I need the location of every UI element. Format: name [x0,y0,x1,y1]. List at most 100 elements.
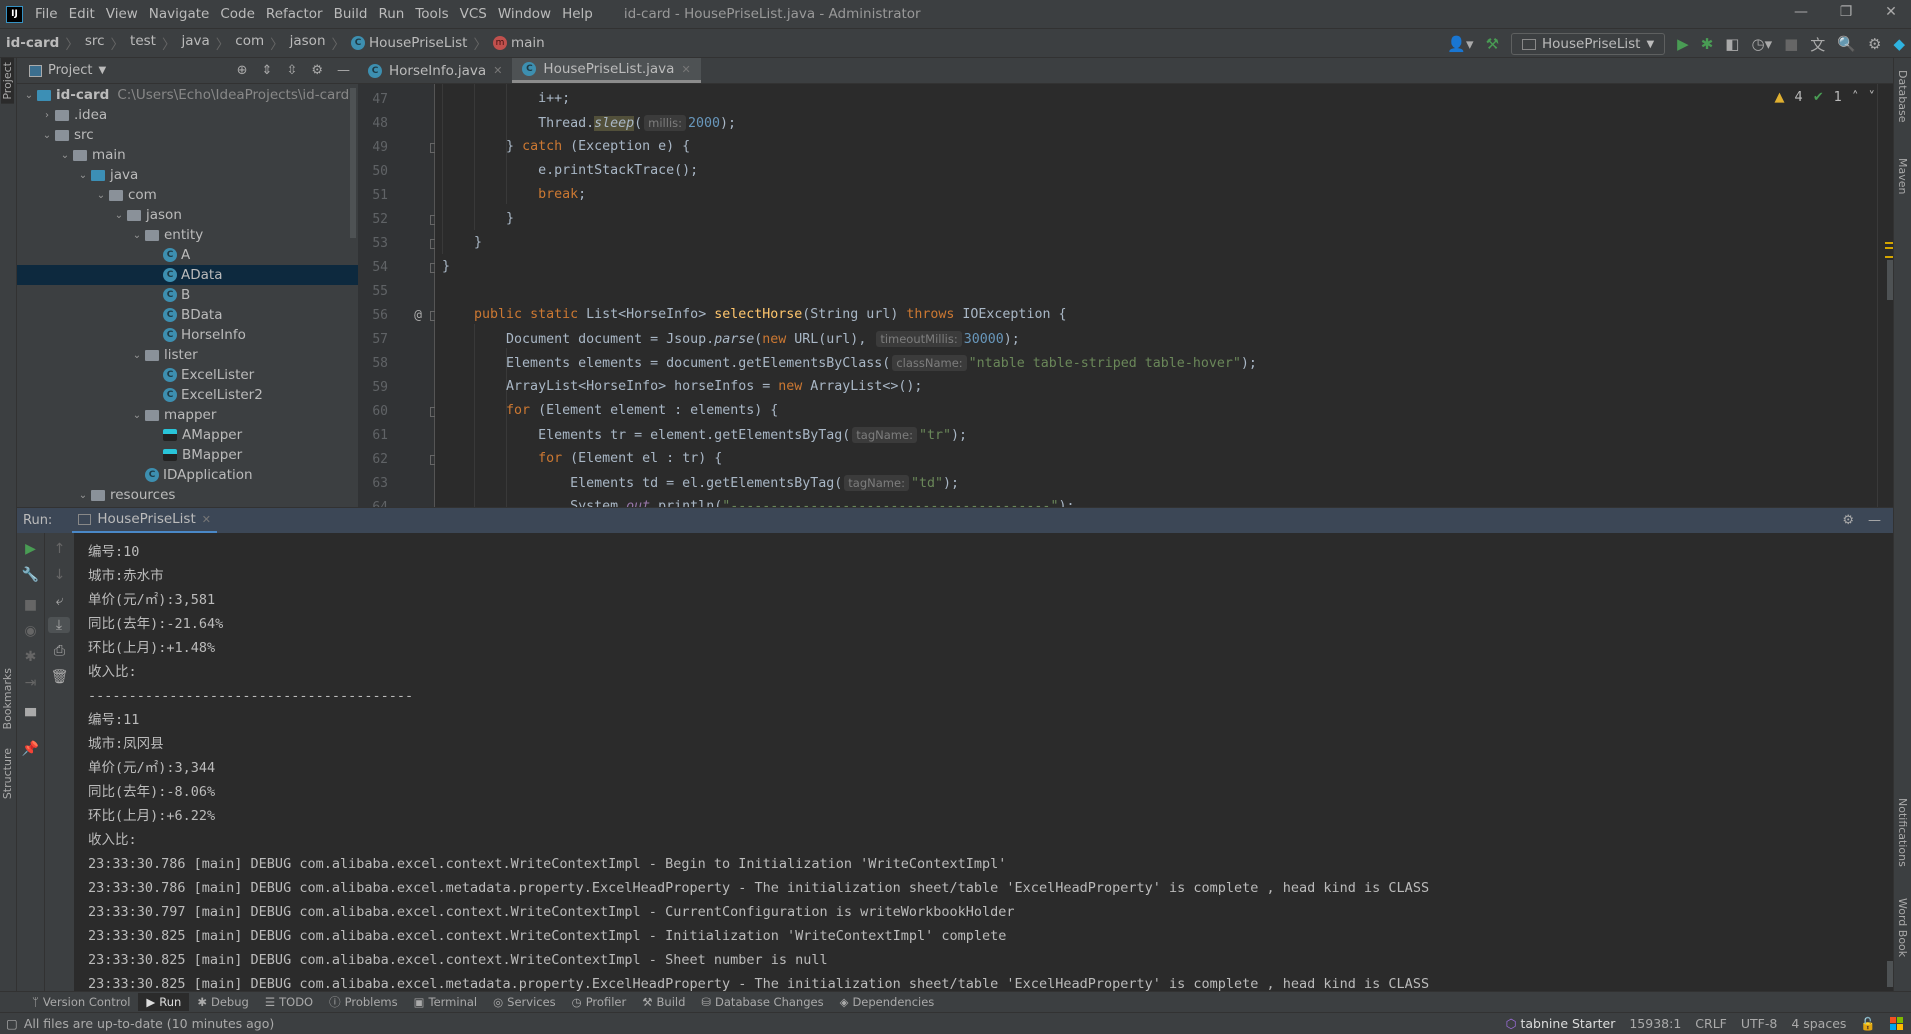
breadcrumb-java[interactable]: java [181,33,209,53]
chevron-down-icon[interactable]: ⌄ [75,490,91,501]
menu-vcs[interactable]: VCS [460,6,487,22]
tab-horseinfo[interactable]: C HorseInfo.java ✕ [358,58,512,83]
tree-scrollbar[interactable] [350,88,356,238]
chevron-right-icon[interactable]: › [39,110,55,121]
tool-problems[interactable]: ⓘ Problems [321,992,406,1012]
breadcrumb-com[interactable]: com [235,33,264,53]
status-toggle-icon[interactable]: ▢ [6,1016,18,1031]
user-icon[interactable]: 👤▾ [1447,35,1473,53]
chevron-down-icon[interactable]: ▼ [98,65,106,76]
breadcrumb-method[interactable]: main [511,35,545,51]
build-hammer-icon[interactable]: ⚒ [1486,35,1499,53]
tree-item-idcard[interactable]: ⌄ id-card C:\Users\Echo\IdeaProjects\id-ca… [17,85,358,105]
tree-item-main[interactable]: ⌄ main [17,145,358,165]
status-message[interactable]: All files are up-to-date (10 minutes ago… [24,1016,274,1031]
plugin-logo-icon[interactable]: ◆ [1893,35,1905,53]
word-book-tool-button[interactable]: Word Book [1896,898,1909,957]
console-scrollbar[interactable] [1887,961,1893,987]
tree-item-excellister[interactable]: C ExcelLister [17,365,358,385]
tree-item-b[interactable]: CB [17,285,358,305]
project-view-selector[interactable]: Project [48,63,92,78]
tree-item-bdata[interactable]: C BData [17,305,358,325]
tree-item-com[interactable]: ⌄ com [17,185,358,205]
tree-item-excellister2[interactable]: C ExcelLister2 [17,385,358,405]
wrench-icon[interactable]: 🔧 [17,567,44,583]
tree-item-entity[interactable]: ⌄ entity [17,225,358,245]
hide-panel-icon[interactable]: — [1868,513,1881,528]
chevron-down-icon[interactable]: ⌄ [129,350,145,361]
locate-icon[interactable]: ⊕ [237,63,248,78]
tree-item-horseinfo[interactable]: C HorseInfo [17,325,358,345]
tool-profiler[interactable]: ◷ Profiler [564,993,635,1011]
indent-setting[interactable]: 4 spaces [1791,1016,1846,1031]
gear-icon[interactable]: ⚙ [1868,35,1881,53]
tool-build[interactable]: ⚒ Build [634,993,693,1011]
tree-item-resources[interactable]: ⌄ resources [17,485,358,505]
chevron-down-icon[interactable]: ⌄ [129,230,145,241]
menu-build[interactable]: Build [334,6,368,22]
tree-item-amapper[interactable]: AMapper [17,425,358,445]
menu-edit[interactable]: Edit [69,6,95,22]
scroll-to-end-icon[interactable]: ⤓ [48,617,70,633]
inspection-widget[interactable]: ▲ 4 ✔ 1 ˄ ˅ [1775,90,1875,105]
breadcrumb-src[interactable]: src [85,33,105,53]
tree-item-java[interactable]: ⌄ java [17,165,358,185]
search-icon[interactable]: 🔍 [1837,35,1856,53]
notifications-tool-button[interactable]: Notifications [1896,798,1909,867]
bookmarks-tool-button[interactable]: Bookmarks [1,668,14,729]
layout-icon[interactable]: ▀ [17,709,44,725]
profile-icon[interactable]: ◷▾ [1751,35,1772,53]
tree-item-bmapper[interactable]: BMapper [17,445,358,465]
breadcrumb-project[interactable]: id-card [6,35,59,51]
breadcrumb-test[interactable]: test [130,33,156,53]
trash-icon[interactable]: 🗑 [45,669,74,685]
editor-scrollbar[interactable] [1887,260,1893,300]
menu-window[interactable]: Window [498,6,551,22]
file-encoding[interactable]: UTF-8 [1741,1016,1777,1031]
chevron-down-icon[interactable]: ⌄ [93,190,109,201]
tree-item-adata[interactable]: C AData [17,265,358,285]
rerun-icon[interactable]: ▶ [17,541,44,557]
chevron-down-icon[interactable]: ⌄ [39,130,55,141]
tool-debug[interactable]: ✱ Debug [189,993,256,1011]
breadcrumb-class[interactable]: HousePriseList [369,35,467,51]
lock-icon[interactable]: 🔓 [1860,1016,1876,1032]
tree-item-mapper[interactable]: ⌄ mapper [17,405,358,425]
maven-tool-button[interactable]: Maven [1896,158,1909,194]
exit-icon[interactable]: ⇥ [17,675,44,691]
tool-database-changes[interactable]: ⛁ Database Changes [693,993,831,1011]
caret-position[interactable]: 15938:1 [1629,1016,1681,1031]
close-tab-icon[interactable]: ✕ [681,63,690,76]
menu-view[interactable]: View [106,6,138,22]
arrow-down-icon[interactable]: ↓ [45,567,74,583]
debug-icon[interactable]: ✱ [1701,35,1714,53]
camera-icon[interactable]: ◉ [17,623,44,639]
minimize-button[interactable]: — [1781,4,1821,20]
run-tab-houseprise-list[interactable]: HousePriseList ✕ [72,508,217,534]
chevron-down-icon[interactable]: ⌄ [111,210,127,221]
override-marker-icon[interactable]: @ [400,308,422,323]
tree-item-idapplication[interactable]: C IDApplication [17,465,358,485]
breadcrumb-jason[interactable]: jason [290,33,326,53]
warning-marker[interactable] [1885,247,1893,249]
translate-icon[interactable]: 文 [1810,34,1825,55]
menu-tools[interactable]: Tools [415,6,448,22]
tree-item-lister[interactable]: ⌄ lister [17,345,358,365]
menu-refactor[interactable]: Refactor [266,6,323,22]
database-tool-button[interactable]: Database [1896,70,1909,123]
line-ending[interactable]: CRLF [1695,1016,1727,1031]
gear-icon[interactable]: ⚙ [311,63,323,78]
tab-housepriselist[interactable]: C HousePriseList.java ✕ [512,58,701,83]
tree-item-src[interactable]: ⌄ src [17,125,358,145]
close-tab-icon[interactable]: ✕ [202,513,211,526]
tree-item-idea[interactable]: › .idea [17,105,358,125]
warning-marker[interactable] [1885,242,1893,244]
chevron-down-icon[interactable]: ⌄ [75,170,91,181]
code-editor[interactable]: ▲ 4 ✔ 1 ˄ ˅ i++; Thread.sleep(millis: 2000)… [435,84,1893,507]
tabnine-status[interactable]: tabnine Starter [1521,1016,1616,1031]
tool-version-control[interactable]: ᛘ Version Control [24,993,138,1011]
next-highlight-icon[interactable]: ˅ [1869,90,1876,105]
console-output[interactable]: 编号:10 城市:赤水市 单价(元/㎡):3,581 同比(去年):-21.64% 环比… [74,533,1893,991]
stop-icon[interactable]: ■ [17,597,44,613]
soft-wrap-icon[interactable]: ⤶ [45,593,74,609]
